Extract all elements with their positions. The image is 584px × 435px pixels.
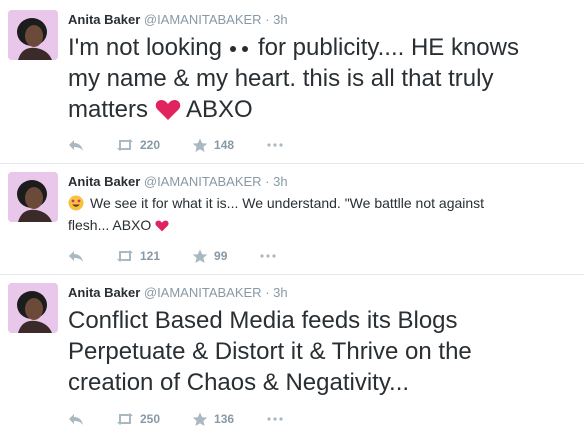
separator-dot: · (265, 285, 270, 300)
retweet-icon (117, 139, 133, 151)
reply-button[interactable] (68, 249, 84, 263)
heart-eyes-emoji-icon (68, 195, 84, 211)
more-button[interactable] (266, 416, 284, 422)
author-handle[interactable]: @IAMANITABAKER (144, 174, 262, 189)
retweet-icon (117, 413, 133, 425)
author-handle[interactable]: @IAMANITABAKER (144, 12, 262, 27)
tweet-text: I'm not looking for publicity.... HE know… (68, 32, 572, 125)
favorite-button[interactable]: 136 (192, 412, 234, 427)
separator-dot: · (265, 174, 270, 189)
separator-dot: · (265, 12, 270, 27)
timestamp[interactable]: 3h (273, 285, 287, 300)
star-icon (192, 138, 208, 152)
retweet-button[interactable]: 220 (116, 138, 160, 152)
tweet[interactable]: Anita Baker @IAMANITABAKER · 3h We see i… (0, 164, 584, 275)
tweet-actions: 220 148 (68, 136, 316, 154)
tweet-actions: 250 136 (68, 410, 316, 428)
favorite-count: 136 (214, 412, 235, 426)
author-name[interactable]: Anita Baker (68, 174, 140, 189)
author-name[interactable]: Anita Baker (68, 285, 140, 300)
reply-button[interactable] (68, 412, 84, 426)
retweet-icon (117, 250, 133, 262)
star-icon (192, 249, 208, 263)
tweet[interactable]: Anita Baker @IAMANITABAKER · 3h I'm not … (0, 0, 584, 164)
retweet-count: 250 (140, 412, 161, 426)
retweet-button[interactable]: 250 (116, 412, 160, 426)
reply-button[interactable] (68, 138, 84, 152)
more-button[interactable] (266, 142, 284, 148)
reply-icon (69, 414, 83, 425)
timestamp[interactable]: 3h (273, 12, 287, 27)
favorite-button[interactable]: 148 (192, 138, 234, 153)
favorite-button[interactable]: 99 (192, 249, 227, 264)
avatar[interactable] (8, 10, 58, 60)
retweet-count: 121 (140, 249, 161, 263)
tweet-line: my name & my heart. this is all that tru… (68, 65, 494, 92)
tweet-text: We see it for what it is... We understan… (68, 192, 572, 236)
reply-icon (69, 140, 83, 151)
timestamp[interactable]: 3h (273, 174, 287, 189)
tweet-text: Conflict Based Media feeds its Blogs Per… (68, 305, 572, 398)
author-name[interactable]: Anita Baker (68, 12, 140, 27)
reply-icon (69, 251, 83, 262)
tweet-line: We see it for what it is... We understan… (68, 192, 572, 214)
tweet-actions: 121 99 (68, 247, 309, 265)
retweet-button[interactable]: 121 (116, 249, 160, 263)
tweet-line: Conflict Based Media feeds its Blogs (68, 307, 458, 334)
heart-emoji-icon (155, 99, 180, 120)
tweet-line: Perpetuate & Distort it & Thrive on the (68, 338, 472, 365)
avatar[interactable] (8, 283, 58, 333)
tweet-line: I'm not looking for publicity.... HE know… (68, 34, 519, 61)
more-icon (267, 143, 283, 147)
author-handle[interactable]: @IAMANITABAKER (144, 285, 262, 300)
favorite-count: 148 (214, 138, 235, 152)
tweet-line: matters ABXO (68, 96, 253, 123)
more-icon (260, 254, 276, 258)
avatar[interactable] (8, 172, 58, 222)
tweet[interactable]: Anita Baker @IAMANITABAKER · 3h Conflict… (0, 275, 584, 435)
favorite-count: 99 (214, 249, 228, 263)
retweet-count: 220 (140, 138, 161, 152)
eyes-emoji-icon (230, 45, 248, 52)
more-button[interactable] (259, 253, 277, 259)
more-icon (267, 417, 283, 421)
tweet-line: creation of Chaos & Negativity... (68, 369, 410, 396)
tweet-line: flesh... ABXO (68, 214, 572, 236)
star-icon (192, 412, 208, 426)
heart-emoji-icon (155, 220, 169, 232)
